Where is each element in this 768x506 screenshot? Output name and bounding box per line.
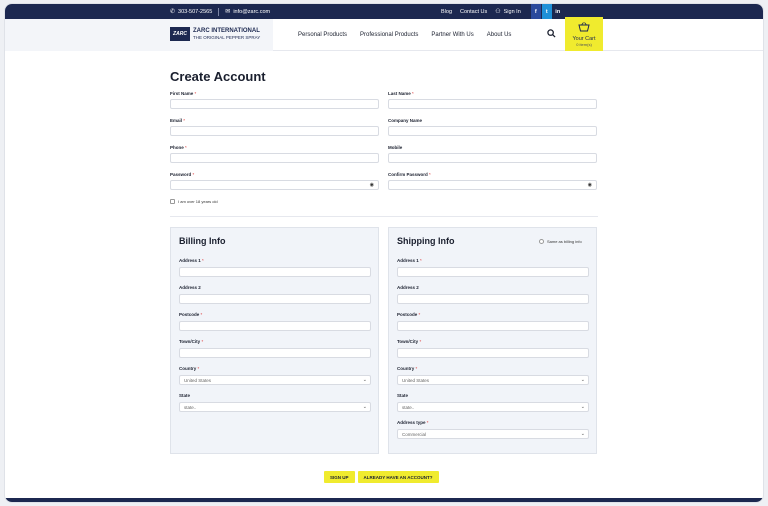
contact-link[interactable]: Contact Us [460, 9, 487, 15]
browser-frame: ✆ 303-507-2565 ✉ info@zarc.com Blog Contac… [4, 3, 764, 503]
billing-town-label: Town/City * [179, 339, 204, 344]
shipping-postcode-label: Postcode * [397, 312, 421, 317]
billing-country-label: Country * [179, 366, 200, 371]
shipping-address2-label: Address 2 [397, 285, 419, 290]
email-label: Email * [170, 118, 186, 123]
first-name-label: First Name * [170, 91, 197, 96]
chevron-down-icon: ⌄ [362, 404, 367, 410]
shipping-country-label: Country * [397, 366, 418, 371]
blog-link[interactable]: Blog [441, 9, 452, 15]
logo-mark: ZARC [170, 27, 190, 41]
sign-in-link[interactable]: ⚇ Sign In [495, 8, 521, 15]
logo[interactable]: ZARC ZARC INTERNATIONAL THE ORIGINAL PEP… [170, 27, 260, 41]
nav-personal-products[interactable]: Personal Products [298, 32, 347, 38]
billing-town-input[interactable] [179, 348, 371, 358]
mobile-input[interactable] [388, 153, 597, 163]
search-icon[interactable] [547, 29, 556, 40]
email-input[interactable] [170, 126, 379, 136]
age-checkbox-row[interactable]: I am over 18 years old [170, 199, 218, 204]
billing-postcode-input[interactable] [179, 321, 371, 331]
same-as-billing-checkbox[interactable] [539, 239, 544, 244]
linkedin-icon[interactable]: in [552, 4, 563, 19]
billing-address2-input[interactable] [179, 294, 371, 304]
nav-professional-products[interactable]: Professional Products [360, 32, 418, 38]
age-checkbox-label: I am over 18 years old [178, 199, 218, 204]
user-icon: ⚇ [495, 9, 501, 15]
form-actions: SIGN UP ALREADY HAVE AN ACCOUNT? [324, 471, 439, 483]
site-header: ZARC ZARC INTERNATIONAL THE ORIGINAL PEP… [5, 17, 763, 51]
nav-about-us[interactable]: About Us [487, 32, 512, 38]
shipping-address-type-select[interactable]: Commercial ⌄ [397, 429, 589, 439]
basket-icon [578, 21, 590, 35]
facebook-icon[interactable]: f [530, 4, 541, 19]
company-input[interactable] [388, 126, 597, 136]
billing-address1-input[interactable] [179, 267, 371, 277]
shipping-panel: Shipping Info Same as billing info Addre… [388, 227, 597, 454]
age-checkbox[interactable] [170, 199, 175, 204]
shipping-postcode-input[interactable] [397, 321, 589, 331]
eye-icon[interactable]: ◉ [588, 182, 592, 188]
billing-state-label: State [179, 393, 191, 398]
first-name-input[interactable] [170, 99, 379, 109]
shipping-address2-input[interactable] [397, 294, 589, 304]
mobile-label: Mobile [388, 145, 403, 150]
section-divider [170, 216, 598, 217]
shipping-address1-input[interactable] [397, 267, 589, 277]
phone-link[interactable]: ✆ 303-507-2565 [170, 8, 212, 15]
phone-icon: ✆ [170, 9, 176, 15]
shipping-town-input[interactable] [397, 348, 589, 358]
same-as-billing-row[interactable]: Same as billing info [539, 239, 582, 244]
confirm-password-input[interactable]: ◉ [388, 180, 597, 190]
billing-address1-label: Address 1 * [179, 258, 204, 263]
chevron-down-icon: ⌄ [580, 377, 585, 383]
last-name-input[interactable] [388, 99, 597, 109]
last-name-label: Last Name * [388, 91, 414, 96]
twitter-icon[interactable]: t [541, 4, 552, 19]
phone-label: Phone * [170, 145, 187, 150]
shipping-state-select[interactable]: state.. ⌄ [397, 402, 589, 412]
password-label: Password * [170, 172, 195, 177]
eye-icon[interactable]: ◉ [370, 182, 374, 188]
shipping-state-label: State [397, 393, 409, 398]
billing-state-select[interactable]: state.. ⌄ [179, 402, 371, 412]
chevron-down-icon: ⌄ [362, 377, 367, 383]
footer-bar [5, 498, 763, 502]
same-as-billing-label: Same as billing info [547, 239, 582, 244]
top-links: Blog Contact Us ⚇ Sign In f t in [441, 4, 563, 19]
logo-name: ZARC INTERNATIONAL [193, 28, 260, 34]
envelope-icon: ✉ [225, 9, 231, 15]
contact-info: ✆ 303-507-2565 ✉ info@zarc.com [170, 4, 270, 19]
shipping-title: Shipping Info [397, 236, 455, 246]
logo-tagline: THE ORIGINAL PEPPER SPRAY [193, 35, 261, 40]
chevron-down-icon: ⌄ [580, 431, 585, 437]
cart-button[interactable]: Your Cart 0 item(s) [565, 17, 603, 51]
shipping-address1-label: Address 1 * [397, 258, 422, 263]
cart-count: 0 item(s) [576, 41, 592, 47]
confirm-password-label: Confirm Password * [388, 172, 431, 177]
shipping-country-select[interactable]: United States ⌄ [397, 375, 589, 385]
password-input[interactable]: ◉ [170, 180, 379, 190]
social-links: f t in [530, 4, 563, 19]
billing-postcode-label: Postcode * [179, 312, 203, 317]
billing-country-select[interactable]: United States ⌄ [179, 375, 371, 385]
nav-partner-with-us[interactable]: Partner With Us [431, 32, 473, 38]
email-link[interactable]: ✉ info@zarc.com [225, 8, 270, 15]
billing-address2-label: Address 2 [179, 285, 201, 290]
shipping-town-label: Town/City * [397, 339, 422, 344]
phone-input[interactable] [170, 153, 379, 163]
sign-up-button[interactable]: SIGN UP [324, 471, 355, 483]
main-nav: Personal Products Professional Products … [298, 19, 511, 51]
have-account-button[interactable]: ALREADY HAVE AN ACCOUNT? [357, 471, 439, 483]
shipping-address-type-label: Address type * [397, 420, 429, 425]
page-title: Create Account [170, 69, 266, 84]
billing-title: Billing Info [179, 236, 226, 246]
billing-panel: Billing Info Address 1 * Address 2 Postc… [170, 227, 379, 454]
company-label: Company Name [388, 118, 423, 123]
chevron-down-icon: ⌄ [580, 404, 585, 410]
divider [218, 7, 220, 16]
top-bar: ✆ 303-507-2565 ✉ info@zarc.com Blog Contac… [5, 4, 763, 19]
